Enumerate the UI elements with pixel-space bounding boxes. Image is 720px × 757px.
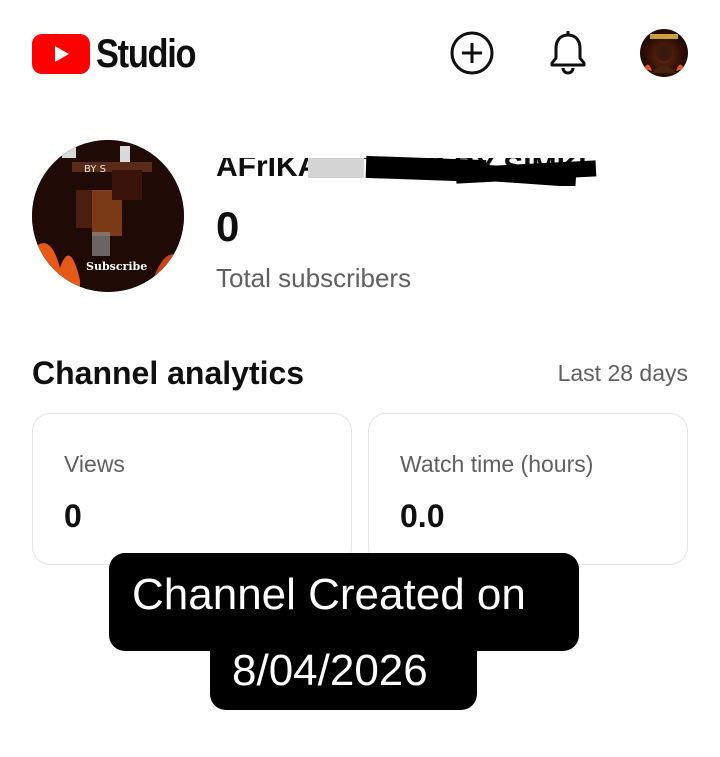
studio-dashboard: Studio BY S Subscribe AFrIKAN 0 Total su… — [0, 0, 720, 757]
create-icon — [450, 31, 494, 75]
analytics-period: Last 28 days — [557, 360, 688, 386]
channel-avatar[interactable]: BY S Subscribe — [32, 140, 184, 292]
create-button[interactable] — [448, 29, 496, 77]
watch-time-label: Watch time (hours) — [400, 451, 594, 477]
youtube-play-icon — [32, 34, 90, 74]
account-avatar[interactable] — [640, 29, 688, 77]
avatar-overlay-text: BY S — [84, 164, 106, 175]
subscriber-count: 0 — [216, 203, 240, 250]
notifications-icon — [550, 31, 586, 75]
redaction-marks — [216, 150, 666, 186]
views-value: 0 — [64, 498, 82, 534]
channel-avatar-image: BY S Subscribe — [32, 140, 184, 292]
logo-text: Studio — [96, 32, 197, 76]
subscriber-label: Total subscribers — [216, 263, 412, 293]
account-avatar-image — [644, 34, 684, 73]
channel-name: AFrIKAN TALES BY SIMKI — [216, 150, 666, 186]
watch-time-value: 0.0 — [400, 498, 445, 534]
views-card[interactable]: Views 0 — [32, 413, 352, 565]
avatar-subscribe-text: Subscribe — [86, 260, 147, 273]
watch-time-card[interactable]: Watch time (hours) 0.0 — [368, 413, 688, 565]
caption-line-2: 8/04/2026 — [210, 630, 477, 710]
youtube-studio-logo[interactable]: Studio — [32, 34, 211, 74]
views-label: Views — [64, 451, 125, 477]
analytics-title: Channel analytics — [32, 355, 305, 391]
notifications-button[interactable] — [544, 29, 592, 77]
